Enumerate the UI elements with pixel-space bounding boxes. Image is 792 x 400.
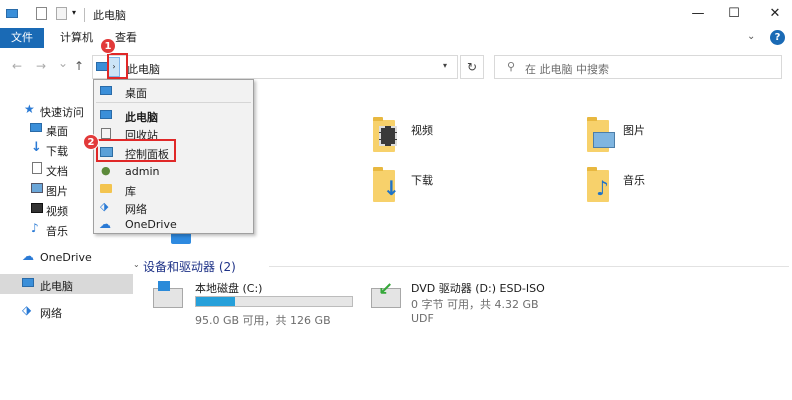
quick-access-dropdown-icon[interactable]: ▾ — [72, 8, 76, 17]
network-icon: ⬗ — [22, 303, 32, 317]
folder-label: 视频 — [411, 124, 433, 137]
computer-icon — [22, 278, 34, 287]
sidebar-item-label: 网络 — [40, 307, 62, 320]
sidebar-item-label: 视频 — [46, 205, 68, 218]
dvd-drive-icon: ↙ — [371, 279, 401, 308]
tab-computer[interactable]: 计算机 — [60, 28, 93, 48]
dropdown-separator — [96, 102, 251, 103]
sidebar-item-network[interactable]: ⬗ 网络 — [0, 301, 133, 321]
sidebar-item-label: OneDrive — [40, 251, 92, 264]
dropdown-item-label: OneDrive — [125, 218, 177, 231]
video-icon — [31, 203, 43, 213]
dropdown-item-library[interactable]: 库 — [94, 179, 253, 199]
step-1-badge: 1 — [100, 38, 116, 54]
close-button[interactable]: ✕ — [765, 5, 785, 23]
new-folder-icon[interactable] — [56, 7, 67, 20]
tab-file[interactable]: 文件 — [0, 28, 44, 48]
drive-name: DVD 驱动器 (D:) ESD-ISO — [411, 282, 545, 295]
folder-item-pictures[interactable]: 图片 — [585, 117, 705, 158]
folder-label: 音乐 — [623, 174, 645, 187]
dropdown-item-onedrive[interactable]: ☁ OneDrive — [94, 214, 253, 234]
music-note-icon: ♪ — [596, 176, 609, 200]
folder-item-downloads[interactable]: ↓ 下载 — [371, 167, 491, 208]
sidebar-item-label: 图片 — [46, 185, 68, 198]
pictures-icon — [31, 183, 43, 193]
search-icon: ⚲ — [507, 60, 516, 73]
tab-view[interactable]: 查看 — [115, 28, 137, 48]
sidebar-item-label: 下载 — [46, 145, 68, 158]
windows-logo-icon — [158, 281, 170, 291]
folder-label: 图片 — [623, 124, 645, 137]
sidebar-item-label: 此电脑 — [40, 280, 73, 293]
back-button[interactable]: ← — [12, 59, 22, 73]
music-icon: ♪ — [31, 221, 39, 235]
network-icon: ⬗ — [100, 200, 109, 213]
folder-item-music[interactable]: ♪ 音乐 — [585, 167, 705, 208]
address-history-dropdown-icon[interactable]: ▾ — [443, 61, 447, 70]
folder-item-videos[interactable]: 视频 — [371, 117, 491, 158]
maximize-button[interactable]: ☐ — [724, 5, 744, 23]
forward-button[interactable]: → — [36, 59, 46, 73]
computer-icon — [100, 110, 112, 119]
computer-icon — [6, 8, 18, 21]
ribbon-expand-icon[interactable]: ⌄ — [747, 31, 755, 42]
ribbon-tabs: 文件 计算机 查看 ⌄ ? — [0, 28, 792, 48]
window-title: 此电脑 — [93, 9, 126, 22]
desktop-icon — [100, 86, 112, 95]
drive-usage-fill — [196, 297, 235, 306]
minimize-button[interactable]: — — [688, 5, 708, 23]
film-strip-icon — [379, 126, 397, 146]
dropdown-item-label: 桌面 — [125, 87, 147, 100]
drive-free-space: 0 字节 可用，共 4.32 GB — [411, 298, 539, 311]
download-arrow-icon: ↓ — [383, 176, 400, 200]
download-icon: ↓ — [31, 140, 42, 155]
search-placeholder[interactable]: 在 此电脑 中搜索 — [525, 61, 609, 77]
title-bar: ▾ 此电脑 — ☐ ✕ — [0, 0, 792, 30]
drive-usage-bar — [195, 296, 353, 307]
address-bar[interactable]: › 此电脑 ▾ — [92, 55, 458, 79]
step-2-badge: 2 — [83, 134, 99, 150]
cloud-icon: ☁ — [99, 217, 111, 231]
devices-section-header[interactable]: 设备和驱动器 (2) — [143, 258, 236, 275]
dropdown-item-this-pc[interactable]: 此电脑 — [94, 105, 253, 125]
desktop-icon — [30, 123, 42, 132]
up-button[interactable]: ↑ — [74, 59, 84, 73]
sidebar-item-label: 桌面 — [46, 125, 68, 138]
sidebar-item-label: 音乐 — [46, 225, 68, 238]
properties-icon[interactable] — [36, 7, 47, 20]
highlight-address-chevron — [107, 53, 128, 79]
drive-item-d[interactable]: ↙ DVD 驱动器 (D:) ESD-ISO 0 字节 可用，共 4.32 GB… — [369, 279, 629, 328]
drive-item-c[interactable]: 本地磁盘 (C:) 95.0 GB 可用，共 126 GB — [149, 280, 375, 328]
sidebar-item-label: 文档 — [46, 165, 68, 178]
dropdown-item-label: admin — [125, 165, 160, 178]
recycle-bin-icon — [101, 128, 111, 139]
document-icon — [32, 162, 42, 174]
title-separator — [84, 8, 85, 22]
drive-name: 本地磁盘 (C:) — [195, 282, 263, 295]
section-collapse-icon[interactable]: ⌄ — [133, 260, 140, 269]
address-path[interactable]: 此电脑 — [127, 61, 160, 77]
local-disk-icon — [153, 281, 183, 308]
help-icon[interactable]: ? — [770, 30, 785, 45]
recent-locations-button[interactable]: ⌄ — [58, 56, 68, 70]
drive-filesystem: UDF — [411, 312, 434, 325]
dropdown-item-desktop[interactable]: 桌面 — [94, 81, 253, 101]
picture-thumbnail-icon — [593, 132, 615, 148]
section-divider — [269, 266, 789, 267]
install-arrow-icon: ↙ — [378, 279, 394, 300]
refresh-button[interactable]: ↻ — [460, 55, 484, 79]
cloud-icon: ☁ — [22, 249, 34, 263]
sidebar-item-this-pc[interactable]: 此电脑 — [0, 274, 133, 294]
dropdown-item-admin[interactable]: ● admin — [94, 161, 253, 181]
user-icon: ● — [101, 164, 111, 177]
library-icon — [100, 184, 112, 193]
drive-free-space: 95.0 GB 可用，共 126 GB — [195, 314, 331, 327]
folder-label: 下载 — [411, 174, 433, 187]
sidebar-item-label: 快速访问 — [40, 106, 84, 119]
star-icon: ★ — [24, 102, 35, 116]
search-box[interactable]: ⚲ 在 此电脑 中搜索 — [494, 55, 782, 79]
highlight-control-panel — [96, 139, 176, 162]
sidebar-item-onedrive[interactable]: ☁ OneDrive — [0, 247, 133, 267]
